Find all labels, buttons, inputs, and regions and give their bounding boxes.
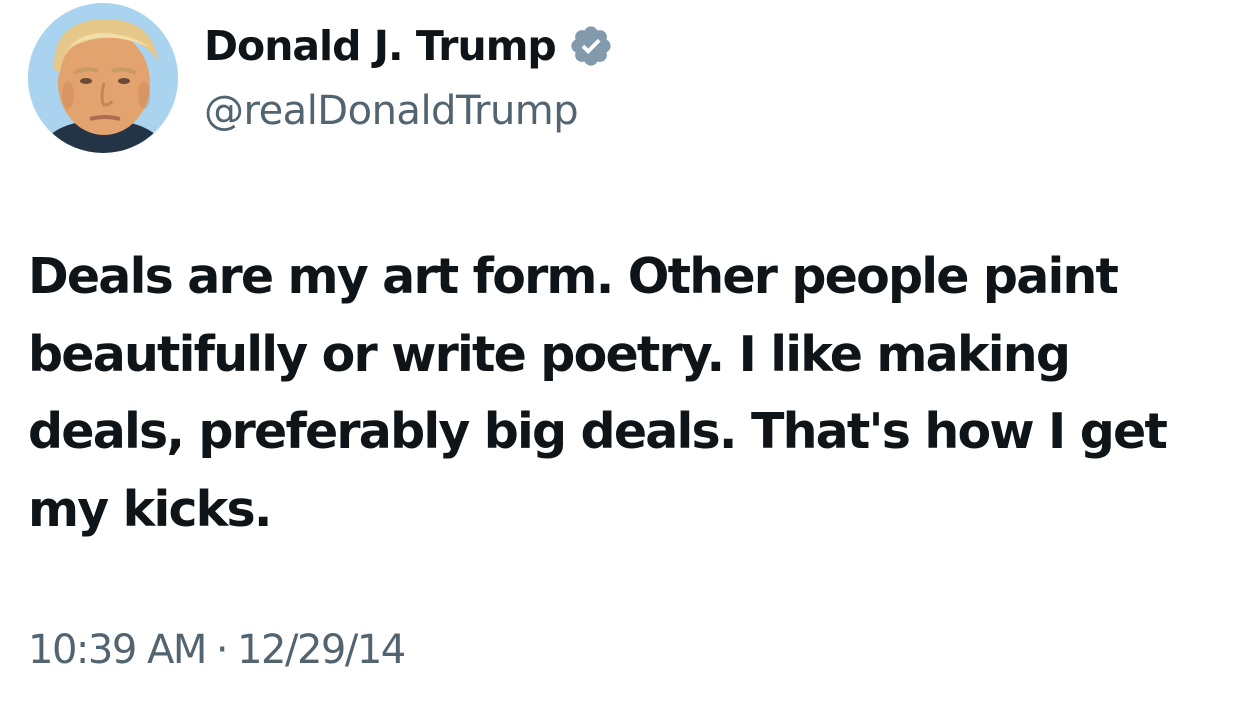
author-handle[interactable]: @realDonaldTrump	[204, 84, 579, 138]
tweet-time: 10:39 AM	[28, 627, 207, 673]
verified-badge-icon	[568, 23, 614, 69]
meta-separator: ·	[215, 627, 229, 673]
tweet-text: Deals are my art form. Other people pain…	[28, 248, 1168, 538]
tweet-timestamp[interactable]: 10:39 AM · 12/29/14	[28, 622, 406, 678]
author-display-name[interactable]: Donald J. Trump	[204, 18, 557, 74]
tweet-date: 12/29/14	[237, 627, 406, 673]
author-name-row: Donald J. Trump	[204, 18, 614, 74]
profile-photo	[28, 3, 178, 153]
avatar[interactable]	[28, 3, 178, 153]
tweet-card: Donald J. Trump @realDonaldTrump Deals a…	[0, 0, 1246, 712]
